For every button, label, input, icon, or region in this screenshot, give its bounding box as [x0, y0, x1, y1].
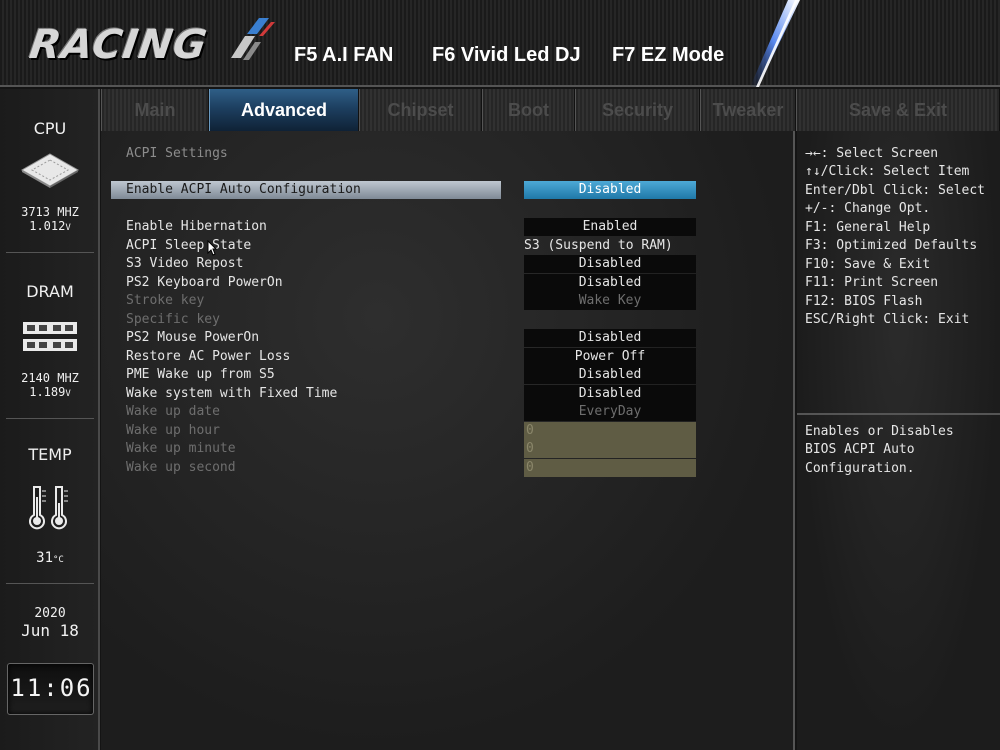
setting-value[interactable]: Disabled	[524, 329, 696, 347]
setting-row-wake-minute: Wake up minute 0	[101, 440, 795, 458]
setting-row-acpi-auto-config[interactable]: Enable ACPI Auto Configuration Disabled	[101, 181, 795, 199]
setting-row-wake-fixed-time[interactable]: Wake system with Fixed Time Disabled	[101, 385, 795, 403]
clock-display: 11:06	[7, 663, 94, 715]
help-key-bios-flash: F12: BIOS Flash	[805, 294, 923, 309]
dram-voltage: 1.189V	[29, 385, 71, 400]
help-key-change-opt: +/-: Change Opt.	[805, 201, 931, 216]
setting-label: Enable ACPI Auto Configuration	[126, 182, 361, 197]
tab-security[interactable]: Security	[575, 89, 700, 131]
tab-tweaker[interactable]: Tweaker	[700, 89, 796, 131]
section-title: ACPI Settings	[126, 146, 228, 161]
setting-value[interactable]: S3 (Suspend to RAM)	[524, 237, 696, 255]
tab-chipset[interactable]: Chipset	[359, 89, 482, 131]
thermometer-icon	[29, 486, 68, 530]
tab-bar: Main Advanced Chipset Boot Security Twea…	[101, 89, 1000, 131]
setting-label: Wake up second	[126, 460, 236, 475]
sidebar-divider	[6, 418, 94, 419]
tab-advanced[interactable]: Advanced	[209, 89, 359, 131]
setting-value: 0	[524, 459, 696, 477]
setting-label: PME Wake up from S5	[126, 367, 275, 382]
hotkey-ai-fan[interactable]: F5 A.I FAN	[294, 44, 393, 67]
setting-row-s3-video-repost[interactable]: S3 Video Repost Disabled	[101, 255, 795, 273]
sidebar-divider	[6, 583, 94, 584]
help-key-enter: Enter/Dbl Click: Select	[805, 183, 986, 198]
setting-value: Wake Key	[524, 292, 696, 310]
help-key-exit: ESC/Right Click: Exit	[805, 312, 970, 327]
setting-value[interactable]: Disabled	[524, 366, 696, 384]
setting-label: PS2 Keyboard PowerOn	[126, 275, 283, 290]
tab-main[interactable]: Main	[101, 89, 209, 131]
hotkey-ez-mode[interactable]: F7 EZ Mode	[612, 44, 724, 67]
help-key-save-exit: F10: Save & Exit	[805, 257, 931, 272]
hotkey-vivid-led-dj[interactable]: F6 Vivid Led DJ	[432, 44, 581, 67]
setting-label: ACPI Sleep State	[126, 238, 252, 253]
status-sidebar: CPU 3713 MHZ 1.012V DRAM 2140 MHZ 1.189V…	[0, 89, 100, 750]
date-year: 2020	[34, 606, 66, 621]
date-month-day: Jun 18	[21, 621, 79, 640]
temp-title: TEMP	[28, 445, 72, 464]
setting-value: 0	[524, 440, 696, 458]
cpu-title: CPU	[33, 119, 67, 138]
help-description-line: BIOS ACPI Auto	[805, 442, 915, 457]
logo-text: RACING	[26, 22, 211, 68]
setting-label: Enable Hibernation	[126, 219, 267, 234]
setting-label: Wake up date	[126, 404, 220, 419]
setting-row-restore-ac-power[interactable]: Restore AC Power Loss Power Off	[101, 348, 795, 366]
cpu-voltage: 1.012V	[29, 219, 71, 234]
help-panel: →←: Select Screen ↑↓/Click: Select Item …	[797, 131, 1000, 750]
cpu-chip-icon	[20, 153, 80, 188]
setting-value[interactable]: Disabled	[524, 274, 696, 292]
help-key-select-screen: →←: Select Screen	[805, 146, 939, 161]
mouse-cursor-icon	[207, 240, 217, 256]
setting-label: S3 Video Repost	[126, 256, 244, 271]
setting-label: PS2 Mouse PowerOn	[126, 330, 260, 345]
help-key-general-help: F1: General Help	[805, 220, 931, 235]
setting-label: Restore AC Power Loss	[126, 349, 291, 364]
setting-row-wake-date: Wake up date EveryDay	[101, 403, 795, 421]
setting-row-wake-hour: Wake up hour 0	[101, 422, 795, 440]
setting-row-pme-wake[interactable]: PME Wake up from S5 Disabled	[101, 366, 795, 384]
setting-row-hibernation[interactable]: Enable Hibernation Enabled	[101, 218, 795, 236]
help-description-line: Configuration.	[805, 461, 915, 476]
setting-value[interactable]: Disabled	[524, 181, 696, 199]
setting-value[interactable]: Disabled	[524, 255, 696, 273]
setting-value[interactable]: Enabled	[524, 218, 696, 236]
dram-module-icon	[23, 322, 77, 351]
setting-value: 0	[524, 422, 696, 440]
setting-row-wake-second: Wake up second 0	[101, 459, 795, 477]
setting-row-specific-key: Specific key	[101, 311, 795, 329]
setting-label: Wake system with Fixed Time	[126, 386, 338, 401]
setting-row-stroke-key: Stroke key Wake Key	[101, 292, 795, 310]
help-divider	[797, 413, 1000, 415]
temp-value: 31°C	[36, 550, 64, 566]
logo-mark-icon	[231, 18, 275, 60]
racing-logo: RACING	[26, 18, 280, 70]
tab-save-exit[interactable]: Save & Exit	[796, 89, 1000, 131]
header-bar: RACING F5 A.I FAN F6 Vivid Led DJ F7 EZ …	[0, 0, 1000, 87]
setting-value: EveryDay	[524, 403, 696, 421]
help-description-line: Enables or Disables	[805, 424, 954, 439]
settings-panel: ACPI Settings Enable ACPI Auto Configura…	[101, 131, 795, 750]
clock-time: 11:06	[10, 674, 93, 702]
cpu-frequency: 3713 MHZ	[21, 205, 79, 219]
help-key-print-screen: F11: Print Screen	[805, 275, 939, 290]
setting-label: Stroke key	[126, 293, 205, 308]
setting-label: Wake up hour	[126, 423, 220, 438]
help-key-optimized-defaults: F3: Optimized Defaults	[805, 238, 978, 253]
setting-row-sleep-state[interactable]: ACPI Sleep State S3 (Suspend to RAM)	[101, 237, 795, 255]
setting-label: Specific key	[126, 312, 220, 327]
sidebar-divider	[6, 252, 94, 253]
setting-value[interactable]: Disabled	[524, 385, 696, 403]
light-beam-decoration	[750, 0, 800, 87]
tab-boot[interactable]: Boot	[482, 89, 575, 131]
setting-row-ps2-keyboard-poweron[interactable]: PS2 Keyboard PowerOn Disabled	[101, 274, 795, 292]
help-key-select-item: ↑↓/Click: Select Item	[805, 164, 970, 179]
dram-title: DRAM	[26, 282, 74, 301]
setting-row-ps2-mouse-poweron[interactable]: PS2 Mouse PowerOn Disabled	[101, 329, 795, 347]
setting-label: Wake up minute	[126, 441, 236, 456]
dram-frequency: 2140 MHZ	[21, 371, 79, 385]
setting-value[interactable]: Power Off	[524, 348, 696, 366]
